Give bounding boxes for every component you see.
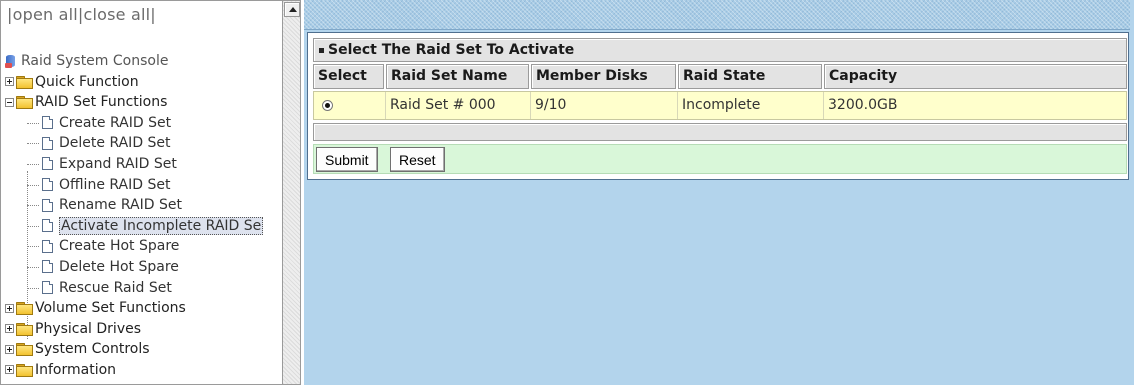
document-icon bbox=[42, 260, 53, 274]
close-all-link[interactable]: close all bbox=[84, 5, 151, 24]
tree-node-information[interactable]: Information bbox=[5, 360, 282, 381]
tree-node-raid-set-functions[interactable]: RAID Set Functions bbox=[5, 92, 282, 113]
tree-root[interactable]: Raid System Console bbox=[5, 51, 282, 72]
table-header: Select Raid Set Name Member Disks Raid S… bbox=[313, 64, 1127, 89]
open-close-links: |open all|close all| bbox=[7, 5, 156, 24]
bullet-icon bbox=[319, 47, 324, 53]
tree-item-activate-incomplete-raid-set[interactable]: Activate Incomplete RAID Se bbox=[5, 216, 282, 237]
form-title-bar: Select The Raid Set To Activate bbox=[313, 38, 1127, 62]
folder-icon bbox=[16, 363, 33, 377]
submit-button[interactable]: Submit bbox=[316, 147, 378, 172]
scroll-up-arrow-icon[interactable] bbox=[284, 2, 300, 17]
document-icon bbox=[42, 239, 53, 253]
document-icon bbox=[42, 178, 53, 192]
expand-plus-icon[interactable] bbox=[5, 344, 14, 354]
folder-icon bbox=[16, 75, 33, 89]
tree-node-physical-drives[interactable]: Physical Drives bbox=[5, 319, 282, 340]
document-icon bbox=[42, 219, 53, 233]
tree-item-expand-raid-set[interactable]: Expand RAID Set bbox=[5, 154, 282, 175]
reset-button[interactable]: Reset bbox=[390, 147, 445, 172]
column-header-raid-state: Raid State bbox=[678, 64, 822, 89]
raid-console-icon bbox=[5, 54, 17, 68]
document-icon bbox=[42, 281, 53, 295]
select-cell bbox=[314, 92, 386, 119]
tree-item-rescue-raid-set[interactable]: Rescue Raid Set bbox=[5, 278, 282, 299]
column-header-raid-set-name: Raid Set Name bbox=[386, 64, 529, 89]
function-tree: Raid System Console Quick Function RAID … bbox=[5, 51, 282, 381]
header-band bbox=[304, 0, 1130, 30]
folder-open-icon bbox=[16, 96, 33, 110]
tree-item-create-hot-spare[interactable]: Create Hot Spare bbox=[5, 236, 282, 257]
collapse-minus-icon[interactable] bbox=[5, 97, 14, 107]
document-icon bbox=[42, 136, 53, 150]
tree-node-quick-function[interactable]: Quick Function bbox=[5, 72, 282, 93]
open-all-link[interactable]: open all bbox=[13, 5, 78, 24]
expand-plus-icon[interactable] bbox=[5, 77, 14, 87]
document-icon bbox=[42, 157, 53, 171]
folder-icon bbox=[16, 322, 33, 336]
capacity-cell: 3200.0GB bbox=[828, 97, 898, 113]
column-header-select: Select bbox=[313, 64, 384, 89]
tree-item-create-raid-set[interactable]: Create RAID Set bbox=[5, 113, 282, 134]
raid-state-cell: Incomplete bbox=[678, 92, 824, 119]
expand-plus-icon[interactable] bbox=[5, 365, 14, 375]
activate-raid-set-form: Select The Raid Set To Activate Select R… bbox=[307, 32, 1129, 180]
tree-item-rename-raid-set[interactable]: Rename RAID Set bbox=[5, 195, 282, 216]
folder-icon bbox=[16, 302, 33, 316]
raid-set-name-cell: Raid Set # 000 bbox=[386, 92, 531, 119]
raid-set-radio-button[interactable] bbox=[322, 100, 333, 111]
form-title: Select The Raid Set To Activate bbox=[328, 42, 575, 58]
member-disks-cell: 9/10 bbox=[531, 92, 678, 119]
document-icon bbox=[42, 198, 53, 212]
tree-item-delete-hot-spare[interactable]: Delete Hot Spare bbox=[5, 257, 282, 278]
column-header-member-disks: Member Disks bbox=[531, 64, 676, 89]
content-frame: Select The Raid Set To Activate Select R… bbox=[304, 0, 1134, 385]
tree-node-system-controls[interactable]: System Controls bbox=[5, 339, 282, 360]
tree-root-label: Raid System Console bbox=[21, 53, 169, 69]
table-footer-bar bbox=[313, 123, 1127, 141]
table-row: Raid Set # 000 9/10 Incomplete 3200.0GB bbox=[313, 91, 1127, 120]
expand-plus-icon[interactable] bbox=[5, 324, 14, 334]
expand-plus-icon[interactable] bbox=[5, 303, 14, 313]
tree-item-offline-raid-set[interactable]: Offline RAID Set bbox=[5, 175, 282, 196]
tree-node-volume-set-functions[interactable]: Volume Set Functions bbox=[5, 298, 282, 319]
folder-icon bbox=[16, 343, 33, 357]
column-header-capacity: Capacity bbox=[824, 64, 1127, 89]
document-icon bbox=[42, 116, 53, 130]
navigation-frame: |open all|close all| Raid System Console… bbox=[0, 0, 282, 385]
tree-item-delete-raid-set[interactable]: Delete RAID Set bbox=[5, 133, 282, 154]
vertical-scrollbar[interactable] bbox=[282, 0, 301, 385]
form-button-bar: Submit Reset bbox=[313, 144, 1127, 174]
